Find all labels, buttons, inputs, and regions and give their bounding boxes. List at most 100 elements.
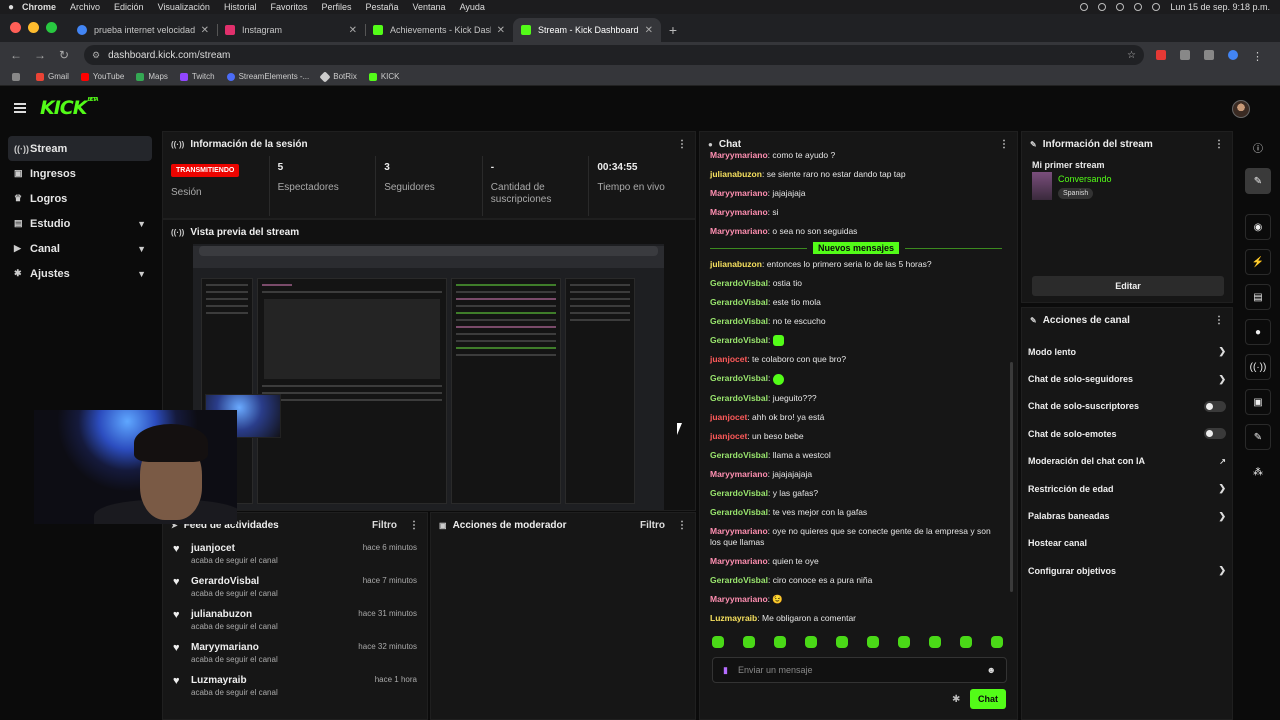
bookmark-maps[interactable]: Maps: [136, 72, 168, 81]
bookmark-streamelements[interactable]: StreamElements -...: [226, 72, 309, 81]
browser-tab[interactable]: Achievements - Kick Dashbo ✕: [365, 18, 513, 42]
feed-user[interactable]: juanjocet: [191, 543, 278, 554]
close-tab-icon[interactable]: ✕: [497, 25, 505, 36]
feed-user[interactable]: GerardoVisbal: [191, 576, 278, 587]
url-bar[interactable]: ⚙ dashboard.kick.com/stream ☆: [84, 45, 1144, 65]
menu-archivo[interactable]: Archivo: [70, 2, 100, 12]
chat-username[interactable]: Maryymariano: [710, 594, 768, 604]
browser-tab[interactable]: Instagram ✕: [217, 18, 365, 42]
forward-icon[interactable]: →: [28, 48, 52, 62]
control-center-icon[interactable]: [1152, 3, 1161, 11]
chat-username[interactable]: GerardoVisbal: [710, 575, 768, 585]
site-info-icon[interactable]: ⚙: [92, 50, 100, 61]
status-icon[interactable]: [1116, 3, 1125, 11]
emotes-only-toggle[interactable]: [1204, 428, 1226, 440]
emote-icon[interactable]: [898, 636, 910, 648]
menu-historial[interactable]: Historial: [224, 2, 257, 12]
close-tab-icon[interactable]: ✕: [349, 25, 357, 36]
chat-username[interactable]: juanjocet: [710, 354, 747, 364]
chat-username[interactable]: Maryymariano: [710, 207, 768, 217]
action-age-restriction[interactable]: Restricción de edad ❯: [1022, 475, 1232, 502]
bookmark-youtube[interactable]: YouTube: [80, 72, 124, 81]
chat-username[interactable]: Maryymariano: [710, 526, 768, 536]
reload-icon[interactable]: ↻: [52, 48, 76, 62]
emote-icon[interactable]: [712, 636, 724, 648]
bookmark-twitch[interactable]: Twitch: [179, 72, 215, 81]
adblock-icon[interactable]: [1156, 50, 1166, 60]
chat-settings-icon[interactable]: ✱: [952, 694, 960, 705]
chat-username[interactable]: juanjocet: [710, 412, 747, 422]
bookmark-kick[interactable]: KICK: [368, 72, 399, 81]
chat-username[interactable]: GerardoVisbal: [710, 507, 768, 517]
bookmark-gmail[interactable]: Gmail: [36, 72, 69, 81]
sidebar-item-stream[interactable]: ((·)) Stream: [8, 136, 152, 161]
chat-username[interactable]: GerardoVisbal: [710, 335, 768, 345]
close-window-button[interactable]: [10, 22, 21, 33]
chat-username[interactable]: GerardoVisbal: [710, 278, 768, 288]
close-tab-icon[interactable]: ✕: [201, 25, 209, 36]
menu-edicion[interactable]: Edición: [114, 2, 144, 12]
back-icon[interactable]: ←: [4, 48, 28, 62]
document-icon[interactable]: ▤: [1245, 284, 1271, 310]
url-text[interactable]: dashboard.kick.com/stream: [108, 50, 230, 61]
apps-icon[interactable]: [12, 72, 24, 81]
action-banned-words[interactable]: Palabras baneadas ❯: [1022, 502, 1232, 529]
chat-username[interactable]: GerardoVisbal: [710, 488, 768, 498]
chat-username[interactable]: julianabuzon: [710, 169, 762, 179]
status-icon[interactable]: [1080, 3, 1089, 11]
record-icon[interactable]: ◉: [1245, 214, 1271, 240]
chat-username[interactable]: GerardoVisbal: [710, 297, 768, 307]
chat-username[interactable]: juanjocet: [710, 431, 747, 441]
lightning-icon[interactable]: ⚡: [1245, 249, 1271, 275]
feed-user[interactable]: Maryymariano: [191, 642, 278, 653]
apps-icon[interactable]: ⁂: [1245, 459, 1271, 485]
action-slow-mode[interactable]: Modo lento ❯: [1022, 338, 1232, 365]
emote-icon[interactable]: [929, 636, 941, 648]
emote-icon[interactable]: [991, 636, 1003, 648]
maximize-window-button[interactable]: [46, 22, 57, 33]
apple-icon[interactable]: ●: [0, 2, 22, 13]
chat-username[interactable]: GerardoVisbal: [710, 373, 768, 383]
filter-button[interactable]: Filtro: [640, 520, 665, 531]
sidebar-item-logros[interactable]: ♛ Logros: [8, 186, 152, 211]
more-options-icon[interactable]: ⋮: [1214, 315, 1224, 326]
more-options-icon[interactable]: ⋮: [999, 139, 1009, 150]
menu-app[interactable]: Chrome: [22, 2, 56, 12]
emote-icon[interactable]: [867, 636, 879, 648]
feed-user[interactable]: Luzmayraib: [191, 675, 278, 686]
chat-username[interactable]: GerardoVisbal: [710, 393, 768, 403]
sidebar-item-ajustes[interactable]: ✱ Ajustes ▼: [8, 261, 152, 286]
kebab-menu-icon[interactable]: ⋮: [1252, 50, 1263, 63]
more-options-icon[interactable]: ⋮: [1214, 139, 1224, 150]
action-followers-only[interactable]: Chat de solo-seguidores ❯: [1022, 365, 1232, 392]
menu-favoritos[interactable]: Favoritos: [270, 2, 307, 12]
wrench-icon[interactable]: ✎: [1245, 424, 1271, 450]
more-options-icon[interactable]: ⋮: [677, 520, 687, 531]
stream-category[interactable]: Conversando: [1058, 174, 1112, 184]
action-ai-moderation[interactable]: Moderación del chat con IA ↗: [1022, 448, 1232, 475]
emote-icon[interactable]: [960, 636, 972, 648]
edit-stream-button[interactable]: Editar: [1032, 276, 1224, 296]
feed-user[interactable]: julianabuzon: [191, 609, 278, 620]
broadcast-icon[interactable]: ((·)): [1245, 354, 1271, 380]
sidebar-item-estudio[interactable]: ▤ Estudio ▼: [8, 211, 152, 236]
menu-visualizacion[interactable]: Visualización: [158, 2, 210, 12]
media-icon[interactable]: [1204, 50, 1214, 60]
chat-username[interactable]: julianabuzon: [710, 259, 762, 269]
chat-username[interactable]: GerardoVisbal: [710, 450, 768, 460]
chat-username[interactable]: GerardoVisbal: [710, 316, 768, 326]
wifi-icon[interactable]: [1134, 3, 1143, 11]
stream-preview-video[interactable]: [193, 244, 664, 510]
menu-pestana[interactable]: Pestaña: [365, 2, 398, 12]
avatar[interactable]: [1232, 100, 1250, 118]
chat-bubble-icon[interactable]: ●: [1245, 319, 1271, 345]
emote-icon[interactable]: [805, 636, 817, 648]
chat-username[interactable]: Luzmayraib: [710, 613, 757, 623]
menu-ayuda[interactable]: Ayuda: [460, 2, 485, 12]
extensions-icon[interactable]: [1180, 50, 1190, 60]
chat-username[interactable]: Maryymariano: [710, 226, 768, 236]
profile-icon[interactable]: [1228, 50, 1238, 60]
sidebar-item-canal[interactable]: ▶ Canal ▼: [8, 236, 152, 261]
kick-logo[interactable]: KICKBETA: [40, 97, 99, 119]
info-icon[interactable]: ⓘ: [1245, 134, 1271, 160]
